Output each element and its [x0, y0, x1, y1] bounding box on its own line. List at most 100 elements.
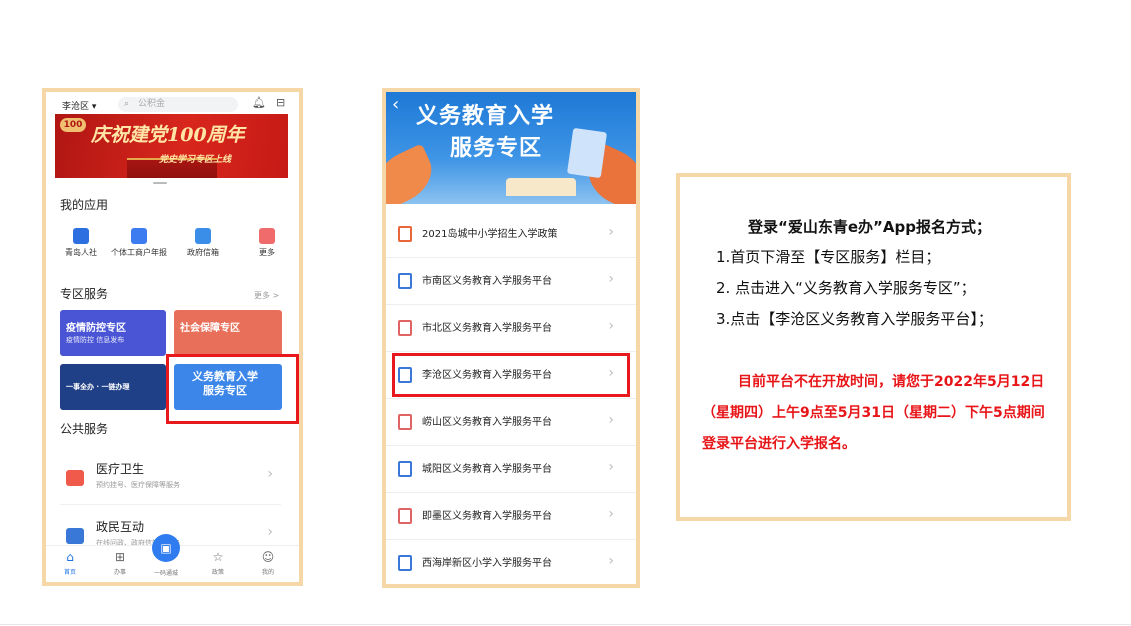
app-government-mailbox[interactable]: 政府信箱: [174, 228, 232, 258]
tab-label: 我的: [261, 569, 274, 576]
phone-screenshot-home: 李沧区 ▾ ⌕ 公积金 🔔︎ ⊟ 100 庆祝建党100周年 党史学习专区上线 …: [42, 88, 303, 586]
tile-title: 疫情防控专区: [66, 323, 126, 334]
app-more[interactable]: 更多: [238, 228, 296, 258]
app-label: 政府信箱: [187, 248, 219, 257]
search-placeholder: 公积金: [138, 99, 166, 109]
app-qingdao-hr[interactable]: 青岛人社: [52, 228, 110, 258]
document-illustration: [566, 127, 608, 179]
public-item-title: 医疗卫生: [96, 462, 145, 476]
tab-label: 政策: [211, 569, 224, 576]
document-icon: [398, 508, 412, 524]
search-input[interactable]: ⌕ 公积金: [118, 97, 238, 112]
briefcase-icon: [73, 228, 89, 244]
tile-one-stop-service[interactable]: 一事全办 · 一链办理: [60, 364, 166, 410]
bottom-tab-bar: ⌂ 首页 ⊞ 办事 ▣ 一码通城 ☆ 政策 ☺ 我的: [46, 534, 299, 582]
banner-logo: 100: [60, 118, 86, 132]
tab-city-code[interactable]: 一码通城: [146, 568, 186, 577]
list-item-west-coast[interactable]: 西海岸新区小学入学服务平台 ›: [386, 540, 636, 584]
instruction-step-1: 1.首页下滑至【专区服务】栏目；: [716, 248, 941, 266]
top-bar: 李沧区 ▾ ⌕ 公积金 🔔︎ ⊟: [56, 96, 292, 114]
list-item-shibei[interactable]: 市北区义务教育入学服务平台 ›: [386, 305, 636, 352]
phone-screenshot-education-zone: ‹ 义务教育入学 服务专区 2021岛城中小学招生入学政策 › 市南区义务教育入…: [382, 88, 640, 588]
instruction-heading: 登录“爱山东青e办”App报名方式；: [748, 218, 991, 236]
app-label: 青岛人社: [65, 248, 97, 257]
page-divider: [0, 624, 1131, 625]
list-item-chengyang[interactable]: 城阳区义务教育入学服务平台 ›: [386, 446, 636, 493]
chevron-right-icon: ›: [267, 466, 273, 482]
instruction-step-2: 2. 点击进入“义务教育入学服务专区”；: [716, 279, 976, 297]
home-icon: ⌂: [66, 550, 74, 564]
public-item-medical[interactable]: 医疗卫生 预约挂号、医疗保障等服务 ›: [60, 452, 281, 505]
tab-services[interactable]: ⊞ 办事: [100, 550, 140, 577]
app-label: 更多: [259, 248, 275, 257]
list-item-label: 城阳区义务教育入学服务平台: [422, 464, 552, 475]
banner-subtitle: 党史学习专区上线: [159, 155, 232, 165]
list-item-label: 市北区义务教育入学服务平台: [422, 323, 552, 334]
mailbox-icon: [195, 228, 211, 244]
tile-epidemic-zone[interactable]: 疫情防控专区 疫情防控 信息发布: [60, 310, 166, 356]
document-icon: [398, 461, 412, 477]
education-zone-hero: ‹ 义务教育入学 服务专区: [386, 92, 636, 204]
person-icon: ☺: [261, 550, 275, 564]
list-item-label: 崂山区义务教育入学服务平台: [422, 417, 552, 428]
chevron-right-icon: ›: [608, 318, 614, 334]
app-label: 个体工商户年报: [111, 248, 167, 257]
grid-icon: [259, 228, 275, 244]
medical-kit-icon: [66, 470, 84, 486]
list-item-label: 2021岛城中小学招生入学政策: [422, 229, 558, 240]
tab-label: 办事: [113, 569, 126, 576]
chevron-right-icon: ›: [608, 224, 614, 240]
tile-subtitle: 疫情防控 信息发布: [66, 336, 125, 344]
district-selector[interactable]: 李沧区 ▾: [62, 99, 96, 112]
tile-title: 一事全办 · 一链办理: [66, 383, 130, 391]
instruction-step-3: 3.点击【李沧区义务教育入学服务平台】；: [716, 310, 993, 328]
back-arrow-icon[interactable]: ‹: [392, 94, 399, 115]
zone-services-title: 专区服务: [60, 287, 109, 301]
list-item-shinan[interactable]: 市南区义务教育入学服务平台 ›: [386, 258, 636, 305]
chevron-right-icon: ›: [608, 271, 614, 287]
document-icon: [398, 320, 412, 336]
list-item-laoshan[interactable]: 崂山区义务教育入学服务平台 ›: [386, 399, 636, 446]
app-business-annual-report[interactable]: 个体工商户年报: [110, 228, 168, 258]
tab-policy[interactable]: ☆ 政策: [198, 551, 238, 577]
instruction-card: 登录“爱山东青e办”App报名方式； 1.首页下滑至【专区服务】栏目； 2. 点…: [676, 173, 1071, 521]
party-anniversary-banner[interactable]: 100 庆祝建党100周年 党史学习专区上线: [55, 114, 288, 178]
tab-profile[interactable]: ☺ 我的: [248, 550, 288, 577]
tile-social-security-zone[interactable]: 社会保障专区: [174, 310, 282, 356]
scan-icon[interactable]: ⊟: [276, 96, 285, 109]
list-item-label: 即墨区义务教育入学服务平台: [422, 511, 552, 522]
tab-home[interactable]: ⌂ 首页: [50, 550, 90, 577]
tab-label: 一码通城: [153, 570, 178, 577]
book-illustration: [506, 178, 576, 196]
chevron-right-icon: ›: [608, 506, 614, 522]
drag-handle: [153, 182, 167, 184]
public-item-subtitle: 预约挂号、医疗保障等服务: [96, 481, 180, 489]
apps-icon: ⊞: [114, 550, 126, 564]
hero-title-line2: 服务专区: [450, 136, 543, 161]
tab-label: 首页: [63, 569, 76, 576]
report-icon: [131, 228, 147, 244]
chevron-right-icon: ›: [267, 524, 273, 540]
list-item-enrollment-policy[interactable]: 2021岛城中小学招生入学政策 ›: [386, 211, 636, 258]
hero-title-line1: 义务教育入学: [416, 104, 555, 129]
document-icon: [398, 414, 412, 430]
leaf-decoration: [386, 143, 441, 204]
list-item-jimo[interactable]: 即墨区义务教育入学服务平台 ›: [386, 493, 636, 540]
qr-code-icon[interactable]: ▣: [152, 534, 180, 562]
chevron-right-icon: ›: [608, 459, 614, 475]
bell-icon[interactable]: 🔔︎: [252, 96, 266, 109]
search-icon: ⌕: [124, 99, 130, 109]
document-icon: [398, 273, 412, 289]
zone-more-link[interactable]: 更多 >: [254, 290, 279, 301]
highlight-box-licang: [392, 353, 630, 397]
tile-title: 社会保障专区: [180, 323, 240, 334]
list-item-label: 西海岸新区小学入学服务平台: [422, 558, 552, 569]
banner-title: 庆祝建党100周年: [91, 124, 245, 146]
my-apps-title: 我的应用: [60, 198, 109, 212]
chevron-right-icon: ›: [608, 553, 614, 569]
enrollment-time-notice: 目前平台不在开放时间，请您于2022年5月12日（星期四）上午9点至5月31日（…: [702, 374, 1045, 452]
chat-icon: [66, 528, 84, 544]
envelope-icon: [398, 226, 412, 242]
public-services-title: 公共服务: [60, 422, 109, 436]
chevron-right-icon: ›: [608, 412, 614, 428]
